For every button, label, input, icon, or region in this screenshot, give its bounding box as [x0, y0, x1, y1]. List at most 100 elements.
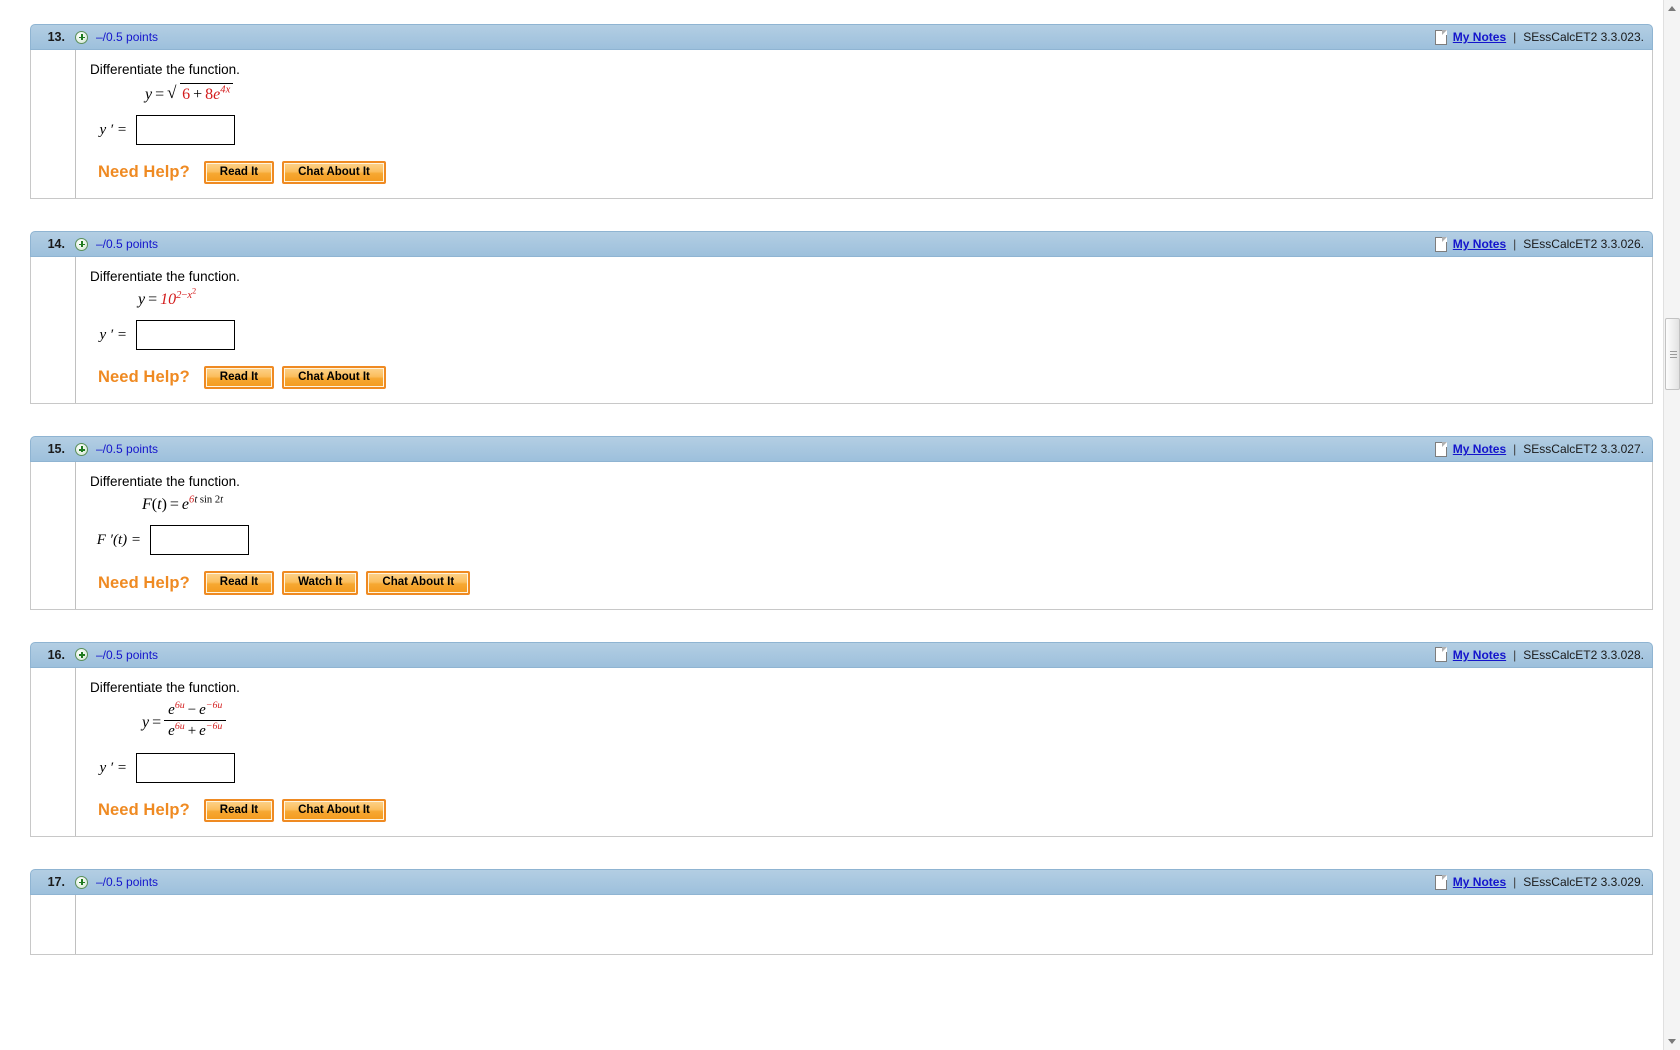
question-prompt: Differentiate the function.: [90, 269, 240, 285]
expand-plus-icon[interactable]: [75, 30, 88, 44]
question-card: 15. –/0.5 points My Notes | SEssCalcET2 …: [30, 436, 1653, 610]
answer-row: F ′(t) =: [90, 525, 1652, 556]
question-header: 13. –/0.5 points My Notes | SEssCalcET2 …: [30, 24, 1653, 50]
question-reference: SEssCalcET2 3.3.026.: [1523, 237, 1644, 252]
question-main: Differentiate the function. y = e6u − e−6u e6…: [76, 668, 1652, 837]
question-header: 14. –/0.5 points My Notes | SEssCalcET2 …: [30, 231, 1653, 258]
expand-plus-icon[interactable]: [75, 237, 88, 251]
scroll-viewport: 13. –/0.5 points My Notes | SEssCalcET2 …: [0, 0, 1663, 1050]
question-number: 15.: [47, 442, 65, 457]
question-body: Differentiate the function. F(t) = e6t sin…: [30, 462, 1653, 610]
watch-it-button[interactable]: Watch It: [282, 571, 359, 595]
assignment-content: 13. –/0.5 points My Notes | SEssCalcET2 …: [0, 0, 1663, 956]
my-notes-link[interactable]: My Notes: [1453, 30, 1506, 44]
question-reference: SEssCalcET2 3.3.029.: [1523, 875, 1644, 890]
question-header-right: My Notes | SEssCalcET2 3.3.028.: [1434, 647, 1644, 663]
notes-page-icon: [1434, 441, 1447, 457]
question-reference: SEssCalcET2 3.3.028.: [1523, 647, 1644, 662]
answer-input[interactable]: [136, 320, 235, 351]
answer-row: y ′ =: [90, 115, 1652, 145]
chat-about-it-button[interactable]: Chat About It: [282, 366, 386, 390]
question-body: [30, 895, 1653, 956]
question-gutter: [31, 257, 76, 404]
read-it-button[interactable]: Read It: [203, 799, 275, 823]
question-main: [76, 895, 1652, 954]
need-help-row: Need Help? Read It Chat About It: [90, 366, 1652, 390]
question-card: 17. –/0.5 points My Notes | SEssCalcET2 …: [30, 869, 1653, 956]
question-body: Differentiate the function. y = √ 6 +8e4x y …: [30, 50, 1653, 200]
read-it-button[interactable]: Read It: [203, 161, 275, 185]
my-notes-link[interactable]: My Notes: [1453, 442, 1506, 456]
notes-page-icon: [1434, 874, 1447, 890]
need-help-label: Need Help?: [98, 573, 190, 592]
scrollbar-grip-icon: [1670, 351, 1677, 352]
question-points: –/0.5 points: [96, 237, 159, 252]
question-body: Differentiate the function. y = 102−x2 y ′…: [30, 257, 1653, 405]
chat-about-it-button[interactable]: Chat About It: [282, 799, 386, 823]
header-separator: |: [1513, 875, 1517, 890]
question-reference: SEssCalcET2 3.3.027.: [1523, 442, 1644, 457]
answer-label: y ′ =: [99, 326, 127, 343]
question-gutter: [31, 895, 76, 955]
question-prompt: Differentiate the function.: [90, 62, 240, 77]
question-header: 17. –/0.5 points My Notes | SEssCalcET2 …: [30, 869, 1653, 896]
scroll-down-arrow-icon[interactable]: [1664, 1033, 1680, 1050]
question-main: Differentiate the function. F(t) = e6t sin…: [76, 462, 1652, 608]
my-notes-link[interactable]: My Notes: [1453, 648, 1506, 662]
need-help-label: Need Help?: [98, 801, 190, 820]
question-prompt: Differentiate the function.: [90, 679, 240, 695]
header-separator: |: [1513, 237, 1517, 252]
question-header: 15. –/0.5 points My Notes | SEssCalcET2 …: [30, 436, 1653, 463]
my-notes-link[interactable]: My Notes: [1453, 237, 1506, 251]
scrollbar-thumb[interactable]: [1665, 318, 1680, 390]
need-help-row: Need Help? Read It Watch It Chat About I…: [90, 571, 1652, 595]
notes-page-icon: [1434, 29, 1447, 45]
question-reference: SEssCalcET2 3.3.023.: [1523, 30, 1644, 44]
answer-input[interactable]: [136, 753, 235, 784]
question-gutter: [31, 667, 76, 837]
question-points: –/0.5 points: [96, 30, 159, 44]
notes-page-icon: [1434, 647, 1447, 663]
need-help-label: Need Help?: [98, 163, 190, 182]
need-help-label: Need Help?: [98, 368, 190, 387]
equation-display: y = e6u − e−6u e6u + e−6u: [142, 700, 1652, 744]
question-header-right: My Notes | SEssCalcET2 3.3.023.: [1434, 29, 1644, 45]
question-prompt: Differentiate the function.: [90, 474, 240, 490]
question-header: 16. –/0.5 points My Notes | SEssCalcET2 …: [30, 641, 1653, 668]
answer-input[interactable]: [136, 115, 235, 145]
answer-label: F ′(t) =: [96, 531, 141, 548]
answer-label: y ′ =: [99, 759, 127, 776]
header-separator: |: [1513, 30, 1517, 44]
question-points: –/0.5 points: [96, 875, 159, 890]
expand-plus-icon[interactable]: [75, 875, 88, 889]
question-number: 16.: [47, 647, 65, 662]
read-it-button[interactable]: Read It: [203, 366, 275, 390]
question-points: –/0.5 points: [96, 442, 159, 457]
answer-input[interactable]: [150, 525, 249, 556]
read-it-button[interactable]: Read It: [203, 571, 275, 595]
question-main: Differentiate the function. y = √ 6 +8e4x y …: [76, 50, 1652, 198]
question-main: Differentiate the function. y = 102−x2 y ′…: [76, 257, 1652, 403]
notes-page-icon: [1434, 236, 1447, 252]
equation-display: F(t) = e6t sin 2t: [142, 495, 224, 514]
my-notes-link[interactable]: My Notes: [1453, 875, 1506, 889]
question-number: 17.: [47, 875, 65, 890]
question-card: 13. –/0.5 points My Notes | SEssCalcET2 …: [30, 24, 1653, 200]
question-points: –/0.5 points: [96, 647, 159, 662]
answer-row: y ′ =: [90, 320, 1652, 351]
expand-plus-icon[interactable]: [75, 442, 88, 456]
header-separator: |: [1513, 647, 1517, 662]
question-card: 16. –/0.5 points My Notes | SEssCalcET2 …: [30, 641, 1653, 838]
chat-about-it-button[interactable]: Chat About It: [282, 161, 386, 185]
page-root: 13. –/0.5 points My Notes | SEssCalcET2 …: [0, 0, 1680, 1050]
expand-plus-icon[interactable]: [75, 648, 88, 662]
question-header-right: My Notes | SEssCalcET2 3.3.029.: [1434, 874, 1644, 890]
question-gutter: [31, 462, 76, 609]
scroll-up-arrow-icon[interactable]: [1664, 0, 1680, 17]
question-header-right: My Notes | SEssCalcET2 3.3.027.: [1434, 441, 1644, 457]
question-header-right: My Notes | SEssCalcET2 3.3.026.: [1434, 236, 1644, 252]
question-card: 14. –/0.5 points My Notes | SEssCalcET2 …: [30, 231, 1653, 405]
vertical-scrollbar[interactable]: [1663, 0, 1680, 1050]
chat-about-it-button[interactable]: Chat About It: [366, 571, 471, 595]
question-number: 13.: [47, 30, 65, 44]
